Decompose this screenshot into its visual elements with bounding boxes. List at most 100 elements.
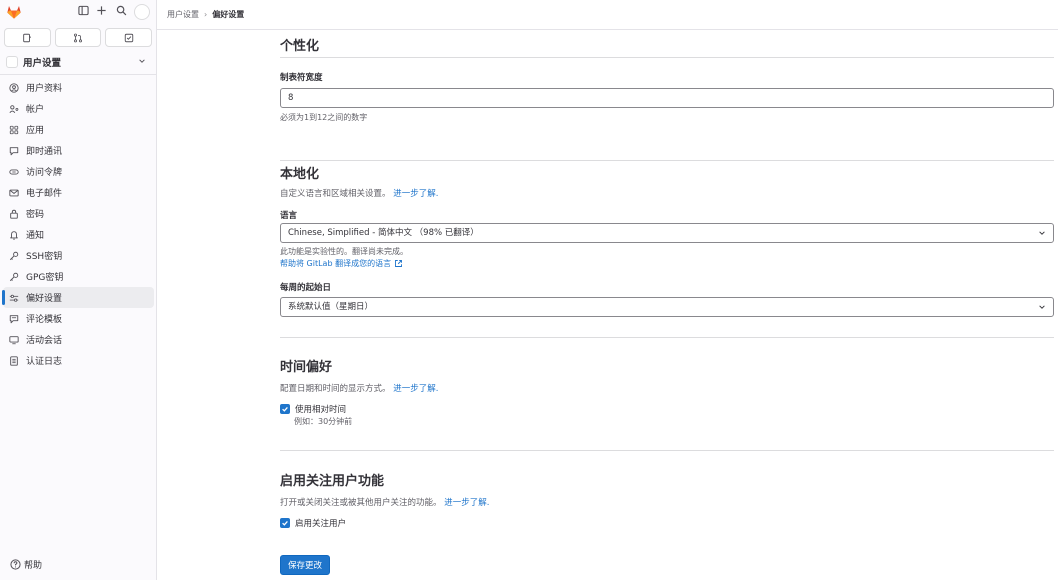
sidebar-item-label: 电子邮件 — [26, 189, 63, 199]
sidebar-item-preferences[interactable]: 偏好设置 — [2, 287, 154, 308]
external-link-icon — [395, 260, 403, 267]
sidebar-item-label: 应用 — [26, 126, 45, 136]
preferences-icon — [8, 292, 20, 304]
sidebar-item-notifications[interactable]: 通知 — [3, 224, 154, 245]
week-start-select-value: 系统默认值（星期日） — [288, 302, 374, 312]
relative-time-checkbox-row[interactable]: 使用相对时间 — [280, 403, 346, 415]
sidebar: 用户设置 用户资料 帐户 应用 即时通讯 访问令牌 电子邮件 密码 通知 SSH… — [0, 0, 157, 580]
tab-width-help: 必须为1到12之间的数字 — [280, 113, 368, 122]
sidebar-item-label: 密码 — [26, 210, 45, 220]
sidebar-item-gpg-keys[interactable]: GPG密钥 — [3, 266, 154, 287]
language-select-value: Chinese, Simplified - 简体中文 （98% 已翻译） — [288, 228, 479, 238]
relative-time-label: 使用相对时间 — [295, 405, 347, 415]
chevron-down-icon — [138, 57, 148, 67]
comment-template-icon — [8, 313, 20, 325]
sidebar-item-label: 帐户 — [26, 105, 45, 115]
quick-actions — [4, 28, 153, 47]
tab-width-label: 制表符宽度 — [280, 73, 323, 83]
sidebar-item-label: 认证日志 — [26, 357, 63, 367]
user-icon — [8, 82, 20, 94]
follow-description-text: 打开或关闭关注或被其他用户关注的功能。 — [280, 498, 442, 508]
search-icon[interactable] — [114, 5, 128, 19]
plus-icon[interactable] — [94, 5, 108, 19]
sidebar-item-ssh-keys[interactable]: SSH密钥 — [3, 245, 154, 266]
merge-request-icon — [74, 33, 82, 42]
chevron-right-icon: › — [204, 10, 208, 19]
sidebar-item-auth-log[interactable]: 认证日志 — [3, 350, 154, 371]
top-bar: 用户设置 › 偏好设置 — [157, 0, 1058, 30]
sidebar-item-label: 偏好设置 — [26, 294, 63, 304]
sidebar-item-label: SSH密钥 — [26, 252, 63, 262]
language-label: 语言 — [280, 211, 298, 221]
sidebar-item-active-sessions[interactable]: 活动会话 — [3, 329, 154, 350]
context-label: 用户设置 — [23, 58, 62, 69]
sidebar-item-account[interactable]: 帐户 — [3, 98, 154, 119]
time-description: 配置日期和时间的显示方式。 进一步了解. — [280, 382, 438, 394]
key-icon — [8, 250, 20, 262]
section-divider — [280, 450, 1054, 451]
sidebar-item-label: 访问令牌 — [26, 168, 63, 178]
relative-time-checkbox[interactable] — [280, 404, 290, 414]
follow-learn-more-link[interactable]: 进一步了解. — [444, 498, 489, 508]
time-title: 时间偏好 — [280, 360, 333, 375]
sidebar-item-chat[interactable]: 即时通讯 — [3, 140, 154, 161]
time-learn-more-link[interactable]: 进一步了解. — [393, 384, 438, 394]
sidebar-item-access-tokens[interactable]: 访问令牌 — [3, 161, 154, 182]
tab-width-input[interactable]: 8 — [280, 88, 1054, 108]
save-button[interactable]: 保存更改 — [280, 555, 330, 575]
avatar[interactable] — [134, 4, 150, 20]
todos-button[interactable] — [105, 28, 153, 47]
help-icon — [9, 559, 21, 571]
sidebar-item-emails[interactable]: 电子邮件 — [3, 182, 154, 203]
enable-follow-checkbox-row[interactable]: 启用关注用户 — [280, 517, 346, 529]
context-switcher[interactable]: 用户设置 — [4, 52, 154, 72]
chevron-down-icon — [1038, 224, 1046, 249]
issues-button[interactable] — [4, 28, 51, 47]
account-icon — [8, 103, 20, 115]
section-divider — [280, 57, 1054, 58]
check-icon — [282, 406, 288, 412]
bell-icon — [8, 229, 20, 241]
sidebar-item-password[interactable]: 密码 — [3, 203, 154, 224]
sidebar-top-bar — [0, 0, 157, 26]
week-start-select[interactable]: 系统默认值（星期日） — [280, 297, 1054, 317]
relative-time-example: 例如：30分钟前 — [294, 417, 353, 426]
sidebar-toggle-icon[interactable] — [76, 5, 90, 19]
sidebar-item-label: 通知 — [26, 231, 45, 241]
sidebar-item-label: GPG密钥 — [26, 273, 64, 283]
breadcrumb-parent[interactable]: 用户设置 — [167, 9, 199, 20]
breadcrumb-current: 偏好设置 — [212, 10, 245, 19]
sidebar-item-comment-templates[interactable]: 评论模板 — [3, 308, 154, 329]
mail-icon — [8, 187, 20, 199]
sidebar-item-applications[interactable]: 应用 — [3, 119, 154, 140]
lock-icon — [8, 208, 20, 220]
follow-title: 启用关注用户功能 — [280, 474, 385, 489]
log-icon — [8, 355, 20, 367]
translate-link-text[interactable]: 帮助将 GitLab 翻译成您的语言 — [280, 258, 391, 269]
sidebar-nav: 用户资料 帐户 应用 即时通讯 访问令牌 电子邮件 密码 通知 SSH密钥 GP… — [2, 77, 154, 371]
gitlab-logo-icon[interactable] — [6, 4, 22, 20]
time-description-text: 配置日期和时间的显示方式。 — [280, 384, 391, 394]
enable-follow-checkbox[interactable] — [280, 518, 290, 528]
chat-icon — [8, 145, 20, 157]
localization-title: 本地化 — [280, 167, 320, 182]
follow-description: 打开或关闭关注或被其他用户关注的功能。 进一步了解. — [280, 496, 489, 508]
personalization-title: 个性化 — [280, 39, 320, 54]
enable-follow-label: 启用关注用户 — [295, 519, 347, 529]
breadcrumb: 用户设置 › 偏好设置 — [167, 9, 244, 20]
sidebar-item-label: 即时通讯 — [26, 147, 63, 157]
merge-requests-button[interactable] — [54, 28, 102, 47]
monitor-icon — [8, 334, 20, 346]
sidebar-item-label: 用户资料 — [26, 84, 63, 94]
section-divider — [280, 160, 1054, 161]
translate-link[interactable]: 帮助将 GitLab 翻译成您的语言 — [280, 258, 403, 269]
language-select[interactable]: Chinese, Simplified - 简体中文 （98% 已翻译） — [280, 223, 1054, 243]
help-button[interactable]: 帮助 — [9, 558, 42, 571]
localization-learn-more-link[interactable]: 进一步了解. — [393, 189, 438, 199]
key-icon — [8, 271, 20, 283]
chevron-down-icon — [1038, 298, 1046, 323]
localization-description-text: 自定义语言和区域相关设置。 — [280, 189, 391, 199]
sidebar-item-profile[interactable]: 用户资料 — [3, 77, 154, 98]
sidebar-item-label: 评论模板 — [26, 315, 63, 325]
language-help: 此功能是实验性的。翻译尚未完成。 — [280, 247, 408, 256]
